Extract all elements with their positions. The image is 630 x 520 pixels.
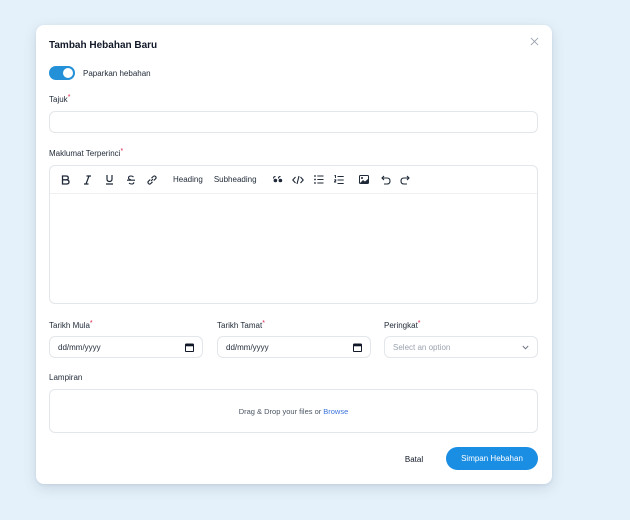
rich-text-editor: Heading Subheading (49, 165, 538, 304)
title-field-label: Tajuk* (49, 94, 71, 104)
level-select-placeholder: Select an option (393, 342, 451, 352)
bullet-list-icon[interactable] (313, 172, 324, 188)
required-mark: * (67, 94, 71, 101)
editor-content-area[interactable] (50, 194, 537, 303)
required-mark: * (262, 320, 265, 327)
required-mark: * (120, 148, 124, 155)
visibility-toggle[interactable] (49, 66, 75, 80)
bold-icon[interactable] (60, 172, 70, 188)
modal-title: Tambah Hebahan Baru (49, 40, 158, 51)
image-icon[interactable] (358, 172, 369, 188)
close-icon[interactable] (527, 34, 541, 48)
level-label: Peringkat* (384, 320, 421, 330)
level-select[interactable]: Select an option (384, 336, 538, 358)
end-date-label-text: Tarikh Tamat (217, 321, 263, 330)
announcement-modal: Tambah Hebahan Baru Paparkan hebahan Taj… (36, 25, 552, 484)
required-mark: * (417, 320, 421, 327)
undo-icon[interactable] (380, 172, 391, 188)
visibility-toggle-label: Paparkan hebahan (83, 68, 151, 78)
title-input[interactable] (49, 111, 538, 133)
start-date-value: dd/mm/yyyy (58, 342, 101, 352)
start-date-label-text: Tarikh Mula (49, 321, 90, 330)
required-mark: * (89, 320, 93, 327)
title-label-text: Tajuk (49, 95, 68, 104)
start-date-label: Tarikh Mula* (49, 320, 93, 330)
attachment-label: Lampiran (49, 373, 83, 382)
underline-icon[interactable] (104, 172, 114, 188)
chevron-down-icon (522, 345, 529, 350)
cancel-button[interactable]: Batal (396, 449, 432, 469)
end-date-value: dd/mm/yyyy (226, 342, 269, 352)
ordered-list-icon[interactable] (333, 172, 344, 188)
dropzone-text: Drag & Drop your files or (238, 406, 322, 416)
level-label-text: Peringkat (384, 321, 418, 330)
italic-icon[interactable] (82, 172, 92, 188)
end-date-input[interactable]: dd/mm/yyyy (217, 336, 371, 358)
start-date-input[interactable]: dd/mm/yyyy (49, 336, 203, 358)
code-icon[interactable] (291, 172, 304, 188)
strikethrough-icon[interactable] (126, 172, 136, 188)
editor-toolbar: Heading Subheading (50, 166, 537, 194)
subheading-button[interactable]: Subheading (214, 175, 257, 184)
save-announcement-button[interactable]: Simpan Hebahan (446, 447, 538, 470)
end-date-label: Tarikh Tamat* (217, 320, 265, 330)
details-field-label: Maklumat Terperinci* (49, 148, 124, 158)
details-label-text: Maklumat Terperinci (49, 149, 121, 158)
quote-icon[interactable] (272, 172, 283, 188)
redo-icon[interactable] (399, 172, 410, 188)
calendar-icon (185, 343, 194, 352)
calendar-icon (353, 343, 362, 352)
visibility-toggle-row: Paparkan hebahan (49, 66, 151, 80)
file-dropzone[interactable]: Drag & Drop your files or Browse (49, 389, 538, 433)
toggle-knob (63, 68, 73, 78)
browse-link[interactable]: Browse (323, 407, 348, 416)
heading-button[interactable]: Heading (173, 175, 203, 184)
link-icon[interactable] (146, 172, 158, 188)
